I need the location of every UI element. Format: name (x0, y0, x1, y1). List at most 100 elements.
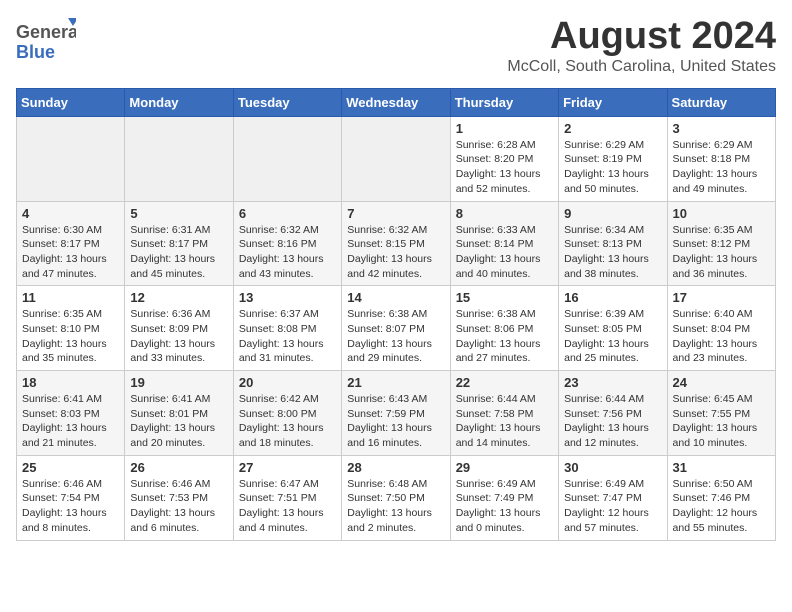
day-number: 2 (564, 121, 661, 136)
calendar-week-row: 18 Sunrise: 6:41 AMSunset: 8:03 PMDayligh… (17, 371, 776, 456)
day-info: Sunrise: 6:29 AMSunset: 8:19 PMDaylight:… (564, 138, 661, 197)
calendar-week-row: 1Sunrise: 6:28 AMSunset: 8:20 PMDaylight… (17, 116, 776, 201)
day-number: 20 (239, 375, 336, 390)
calendar-week-row: 4 Sunrise: 6:30 AMSunset: 8:17 PMDaylight… (17, 201, 776, 286)
day-info: Sunrise: 6:32 AMSunset: 8:16 PMDaylight:… (239, 223, 336, 282)
logo: General Blue (16, 16, 76, 66)
location-title: McColl, South Carolina, United States (507, 58, 776, 76)
day-info: Sunrise: 6:49 AMSunset: 7:47 PMDaylight:… (564, 477, 661, 536)
day-number: 12 (130, 290, 227, 305)
day-number: 27 (239, 460, 336, 475)
day-info: Sunrise: 6:40 AMSunset: 8:04 PMDaylight:… (673, 307, 770, 366)
calendar-cell: 30 Sunrise: 6:49 AMSunset: 7:47 PMDayligh… (559, 455, 667, 540)
day-number: 28 (347, 460, 444, 475)
day-info: Sunrise: 6:29 AMSunset: 8:18 PMDaylight:… (673, 138, 770, 197)
calendar-cell (17, 116, 125, 201)
day-number: 6 (239, 206, 336, 221)
day-number: 7 (347, 206, 444, 221)
calendar-cell: 11 Sunrise: 6:35 AMSunset: 8:10 PMDayligh… (17, 286, 125, 371)
day-number: 8 (456, 206, 553, 221)
day-info: Sunrise: 6:42 AMSunset: 8:00 PMDaylight:… (239, 392, 336, 451)
calendar-cell: 8Sunrise: 6:33 AMSunset: 8:14 PMDaylight… (450, 201, 558, 286)
calendar-cell: 26 Sunrise: 6:46 AMSunset: 7:53 PMDayligh… (125, 455, 233, 540)
calendar-cell: 18 Sunrise: 6:41 AMSunset: 8:03 PMDayligh… (17, 371, 125, 456)
day-info: Sunrise: 6:35 AMSunset: 8:10 PMDaylight:… (22, 307, 119, 366)
calendar-cell: 10 Sunrise: 6:35 AMSunset: 8:12 PMDayligh… (667, 201, 775, 286)
day-info: Sunrise: 6:48 AMSunset: 7:50 PMDaylight:… (347, 477, 444, 536)
calendar-cell: 28 Sunrise: 6:48 AMSunset: 7:50 PMDayligh… (342, 455, 450, 540)
calendar-cell: 24Sunrise: 6:45 AMSunset: 7:55 PMDayligh… (667, 371, 775, 456)
calendar-cell: 3Sunrise: 6:29 AMSunset: 8:18 PMDaylight… (667, 116, 775, 201)
day-info: Sunrise: 6:50 AMSunset: 7:46 PMDaylight:… (673, 477, 770, 536)
day-number: 16 (564, 290, 661, 305)
day-info: Sunrise: 6:31 AMSunset: 8:17 PMDaylight:… (130, 223, 227, 282)
day-number: 18 (22, 375, 119, 390)
day-number: 17 (673, 290, 770, 305)
calendar-cell (342, 116, 450, 201)
calendar-week-row: 25Sunrise: 6:46 AMSunset: 7:54 PMDayligh… (17, 455, 776, 540)
svg-text:Blue: Blue (16, 42, 55, 62)
day-number: 30 (564, 460, 661, 475)
calendar-cell: 31Sunrise: 6:50 AMSunset: 7:46 PMDayligh… (667, 455, 775, 540)
day-info: Sunrise: 6:44 AMSunset: 7:58 PMDaylight:… (456, 392, 553, 451)
calendar-cell: 23Sunrise: 6:44 AMSunset: 7:56 PMDayligh… (559, 371, 667, 456)
day-info: Sunrise: 6:37 AMSunset: 8:08 PMDaylight:… (239, 307, 336, 366)
calendar-cell: 14 Sunrise: 6:38 AMSunset: 8:07 PMDayligh… (342, 286, 450, 371)
day-number: 26 (130, 460, 227, 475)
calendar-cell: 15 Sunrise: 6:38 AMSunset: 8:06 PMDayligh… (450, 286, 558, 371)
calendar-cell: 20 Sunrise: 6:42 AMSunset: 8:00 PMDayligh… (233, 371, 341, 456)
calendar-cell (233, 116, 341, 201)
day-number: 1 (456, 121, 553, 136)
calendar-cell: 5 Sunrise: 6:31 AMSunset: 8:17 PMDaylight… (125, 201, 233, 286)
day-info: Sunrise: 6:46 AMSunset: 7:54 PMDaylight:… (22, 477, 119, 536)
day-number: 22 (456, 375, 553, 390)
weekday-header-wednesday: Wednesday (342, 88, 450, 116)
day-info: Sunrise: 6:43 AMSunset: 7:59 PMDaylight:… (347, 392, 444, 451)
day-number: 14 (347, 290, 444, 305)
day-info: Sunrise: 6:38 AMSunset: 8:06 PMDaylight:… (456, 307, 553, 366)
calendar-week-row: 11 Sunrise: 6:35 AMSunset: 8:10 PMDayligh… (17, 286, 776, 371)
day-info: Sunrise: 6:34 AMSunset: 8:13 PMDaylight:… (564, 223, 661, 282)
day-number: 29 (456, 460, 553, 475)
day-info: Sunrise: 6:35 AMSunset: 8:12 PMDaylight:… (673, 223, 770, 282)
day-info: Sunrise: 6:38 AMSunset: 8:07 PMDaylight:… (347, 307, 444, 366)
day-number: 21 (347, 375, 444, 390)
weekday-header-thursday: Thursday (450, 88, 558, 116)
day-number: 11 (22, 290, 119, 305)
day-number: 13 (239, 290, 336, 305)
svg-text:General: General (16, 22, 76, 42)
day-number: 19 (130, 375, 227, 390)
calendar-cell: 9 Sunrise: 6:34 AMSunset: 8:13 PMDaylight… (559, 201, 667, 286)
day-info: Sunrise: 6:45 AMSunset: 7:55 PMDaylight:… (673, 392, 770, 451)
day-number: 9 (564, 206, 661, 221)
day-info: Sunrise: 6:30 AMSunset: 8:17 PMDaylight:… (22, 223, 119, 282)
day-number: 10 (673, 206, 770, 221)
day-info: Sunrise: 6:46 AMSunset: 7:53 PMDaylight:… (130, 477, 227, 536)
calendar-cell: 17 Sunrise: 6:40 AMSunset: 8:04 PMDayligh… (667, 286, 775, 371)
calendar-table: SundayMondayTuesdayWednesdayThursdayFrid… (16, 88, 776, 541)
calendar-cell: 19 Sunrise: 6:41 AMSunset: 8:01 PMDayligh… (125, 371, 233, 456)
calendar-cell: 16Sunrise: 6:39 AMSunset: 8:05 PMDayligh… (559, 286, 667, 371)
calendar-cell: 2 Sunrise: 6:29 AMSunset: 8:19 PMDaylight… (559, 116, 667, 201)
calendar-cell: 13 Sunrise: 6:37 AMSunset: 8:08 PMDayligh… (233, 286, 341, 371)
day-info: Sunrise: 6:44 AMSunset: 7:56 PMDaylight:… (564, 392, 661, 451)
calendar-cell: 21 Sunrise: 6:43 AMSunset: 7:59 PMDayligh… (342, 371, 450, 456)
day-number: 15 (456, 290, 553, 305)
weekday-header-monday: Monday (125, 88, 233, 116)
weekday-header-friday: Friday (559, 88, 667, 116)
day-info: Sunrise: 6:36 AMSunset: 8:09 PMDaylight:… (130, 307, 227, 366)
day-info: Sunrise: 6:41 AMSunset: 8:01 PMDaylight:… (130, 392, 227, 451)
calendar-cell: 7Sunrise: 6:32 AMSunset: 8:15 PMDaylight… (342, 201, 450, 286)
calendar-header-row: SundayMondayTuesdayWednesdayThursdayFrid… (17, 88, 776, 116)
day-number: 4 (22, 206, 119, 221)
day-number: 5 (130, 206, 227, 221)
calendar-cell: 25Sunrise: 6:46 AMSunset: 7:54 PMDayligh… (17, 455, 125, 540)
title-area: August 2024 McColl, South Carolina, Unit… (507, 16, 776, 76)
calendar-cell: 6 Sunrise: 6:32 AMSunset: 8:16 PMDaylight… (233, 201, 341, 286)
page-header: General Blue August 2024 McColl, South C… (16, 16, 776, 76)
calendar-cell: 22 Sunrise: 6:44 AMSunset: 7:58 PMDayligh… (450, 371, 558, 456)
logo-icon: General Blue (16, 16, 76, 66)
day-info: Sunrise: 6:47 AMSunset: 7:51 PMDaylight:… (239, 477, 336, 536)
day-info: Sunrise: 6:41 AMSunset: 8:03 PMDaylight:… (22, 392, 119, 451)
calendar-cell: 29Sunrise: 6:49 AMSunset: 7:49 PMDayligh… (450, 455, 558, 540)
